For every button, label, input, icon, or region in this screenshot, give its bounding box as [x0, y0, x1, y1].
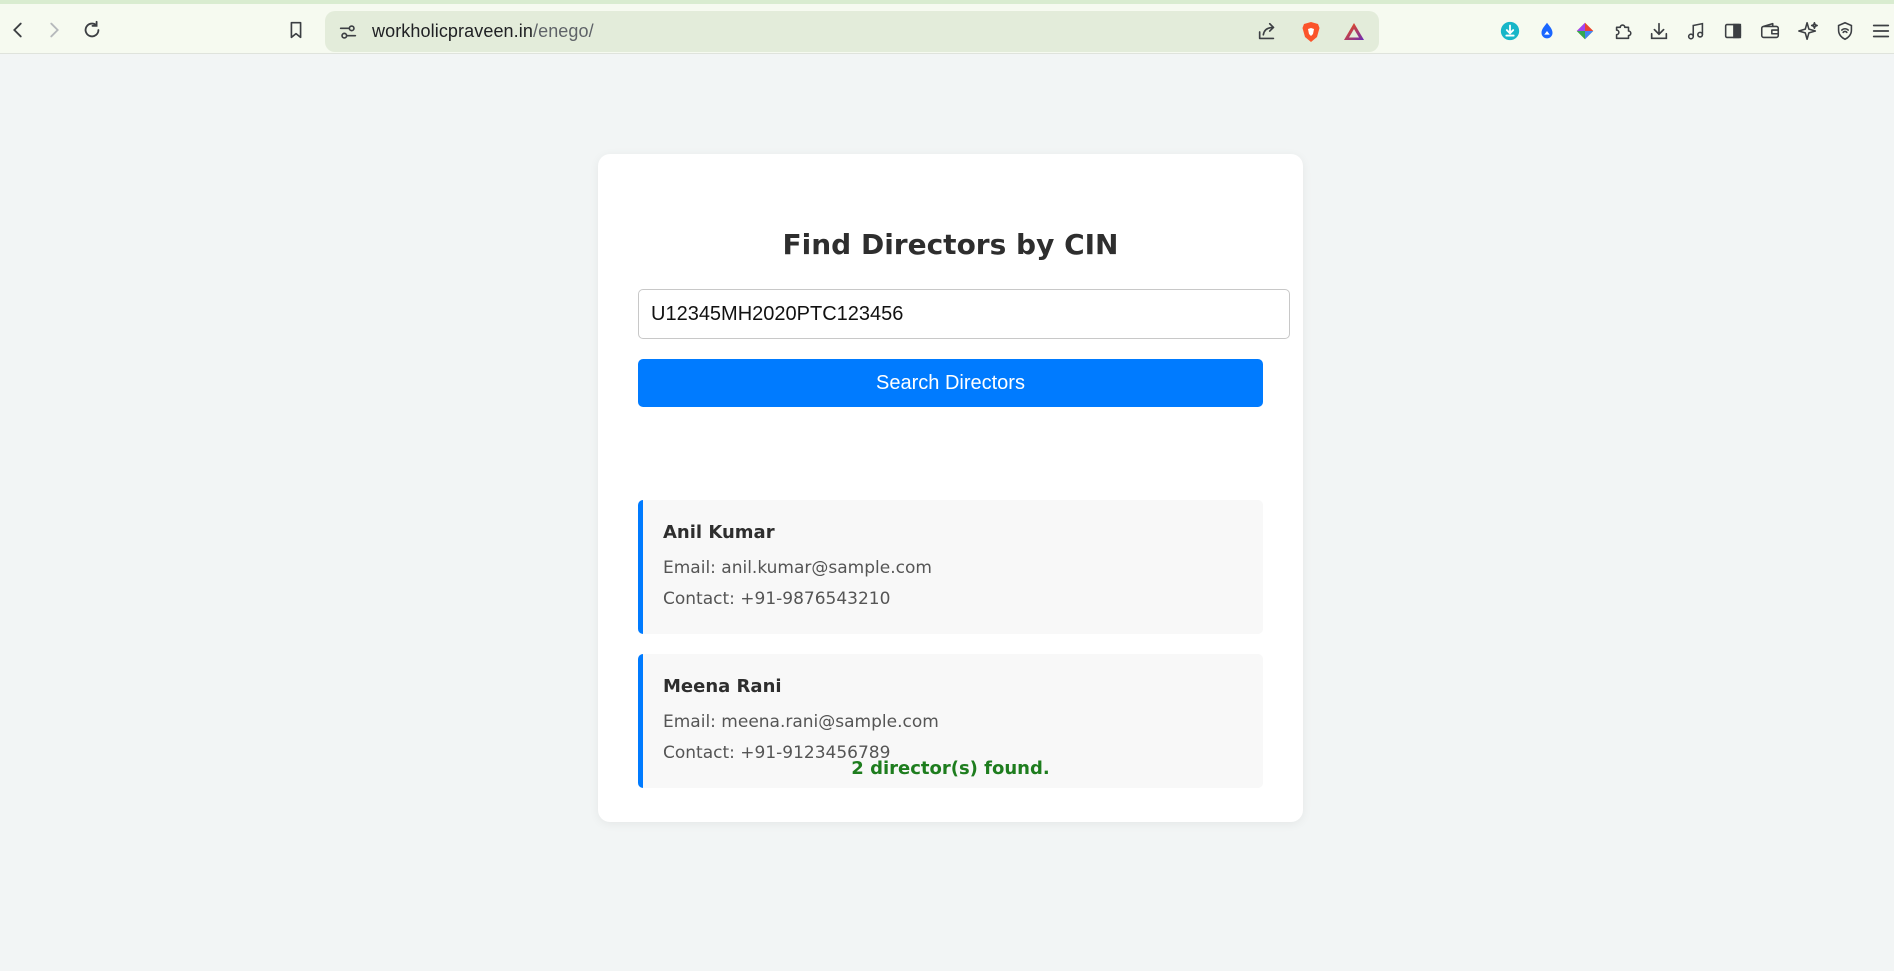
downloads-icon[interactable]: [1645, 17, 1673, 45]
back-icon[interactable]: [2, 14, 34, 46]
address-bar[interactable]: workholicpraveen.in/enego/: [325, 11, 1379, 52]
media-icon[interactable]: [1682, 17, 1710, 45]
extensions-icon[interactable]: [1609, 17, 1637, 45]
forward-icon[interactable]: [38, 14, 70, 46]
reload-icon[interactable]: [76, 14, 108, 46]
url-path: /enego/: [532, 21, 594, 41]
menu-icon[interactable]: [1867, 17, 1894, 45]
director-email: Email: anil.kumar@sample.com: [663, 558, 932, 578]
vpn-icon[interactable]: [1831, 17, 1859, 45]
page-content: Find Directors by CIN Search Directors A…: [0, 54, 1894, 971]
url-host: workholicpraveen.in: [372, 21, 533, 41]
cin-search-input[interactable]: [638, 289, 1290, 339]
director-email: Email: meena.rani@sample.com: [663, 712, 939, 732]
director-card: Anil Kumar Email: anil.kumar@sample.com …: [638, 500, 1263, 634]
page-title: Find Directors by CIN: [782, 228, 1119, 261]
brave-shield-icon[interactable]: [1298, 19, 1324, 45]
color-ext-icon[interactable]: [1571, 17, 1599, 45]
director-name: Anil Kumar: [663, 522, 775, 543]
search-card: Find Directors by CIN Search Directors A…: [598, 154, 1303, 822]
drive-ext-icon[interactable]: [1533, 17, 1561, 45]
url-text[interactable]: workholicpraveen.in/enego/: [372, 21, 594, 42]
site-settings-icon[interactable]: [337, 21, 359, 43]
director-contact: Contact: +91-9876543210: [663, 589, 891, 609]
search-directors-button[interactable]: Search Directors: [638, 359, 1263, 407]
share-icon[interactable]: [1254, 19, 1280, 45]
download-ext-icon[interactable]: [1496, 17, 1524, 45]
result-count-message: 2 director(s) found.: [851, 758, 1050, 779]
leo-ai-icon[interactable]: [1794, 17, 1822, 45]
brave-rewards-icon[interactable]: [1341, 19, 1367, 45]
browser-toolbar: workholicpraveen.in/enego/: [0, 0, 1894, 54]
bookmark-icon[interactable]: [280, 14, 312, 46]
sidebar-icon[interactable]: [1719, 17, 1747, 45]
director-name: Meena Rani: [663, 676, 782, 697]
wallet-icon[interactable]: [1756, 17, 1784, 45]
